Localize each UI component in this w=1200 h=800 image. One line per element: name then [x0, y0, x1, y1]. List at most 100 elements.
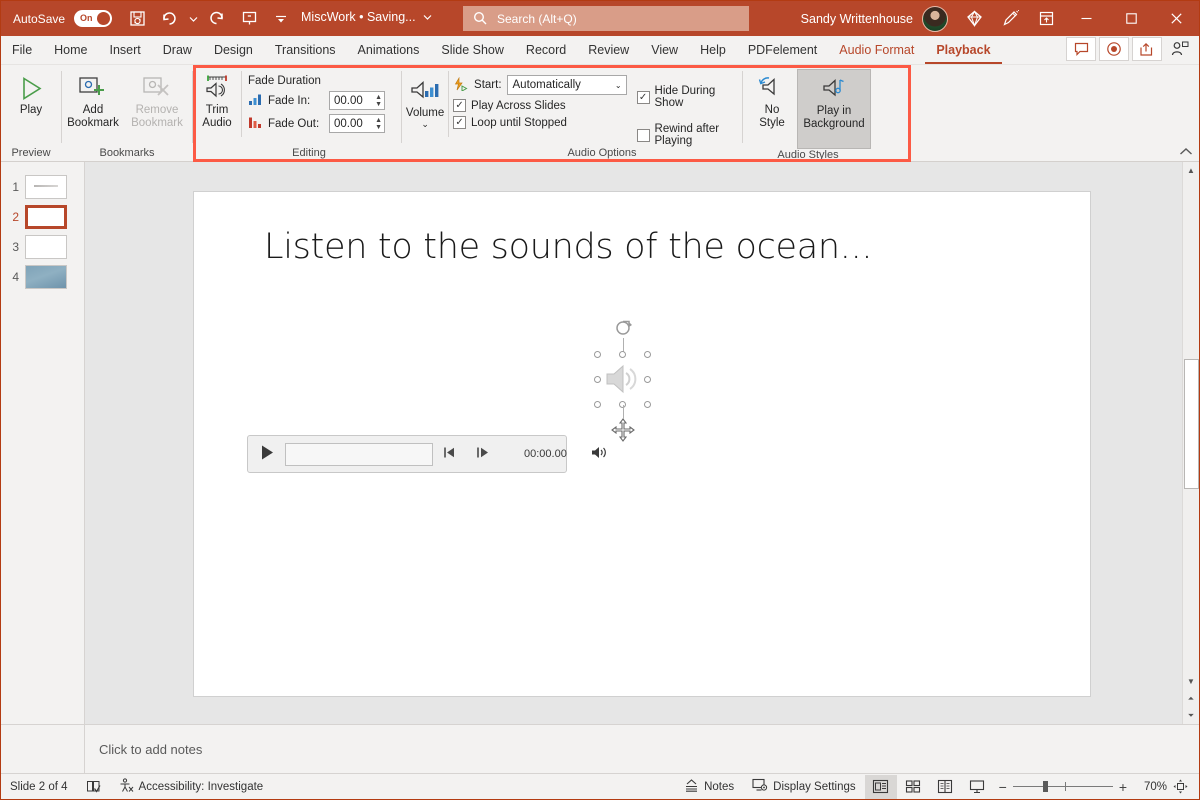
- diamond-icon[interactable]: [956, 1, 992, 36]
- slide[interactable]: Listen to the sounds of the ocean... 00:…: [194, 192, 1090, 696]
- volume-dropdown-icon[interactable]: ⌄: [421, 120, 429, 129]
- undo-dropdown-icon[interactable]: [186, 5, 200, 33]
- close-button[interactable]: [1154, 1, 1199, 36]
- redo-icon[interactable]: [202, 5, 232, 33]
- scroll-up-button[interactable]: ▲: [1183, 162, 1200, 179]
- tab-review[interactable]: Review: [577, 37, 640, 64]
- minimize-button[interactable]: [1064, 1, 1109, 36]
- zoom-level[interactable]: 70%: [1133, 781, 1167, 793]
- remove-bookmark-button[interactable]: Remove Bookmark: [124, 69, 190, 130]
- resize-handle-nw[interactable]: [594, 351, 601, 358]
- loop-until-stopped-checkbox[interactable]: ✓: [453, 116, 467, 129]
- tab-playback[interactable]: Playback: [925, 37, 1002, 64]
- accessibility-status[interactable]: Accessibility: Investigate: [110, 774, 273, 800]
- notes-pane[interactable]: Click to add notes: [1, 724, 1199, 773]
- tab-design[interactable]: Design: [203, 37, 264, 64]
- no-style-button[interactable]: No Style: [747, 69, 797, 130]
- thumbnail-slide-3[interactable]: 3: [1, 232, 84, 262]
- undo-icon[interactable]: [154, 5, 184, 33]
- display-settings-button[interactable]: Display Settings: [743, 774, 864, 800]
- resize-handle-se[interactable]: [644, 401, 651, 408]
- tab-file[interactable]: File: [1, 37, 43, 64]
- search-input[interactable]: Search (Alt+Q): [463, 6, 749, 31]
- autosave-toggle[interactable]: On: [74, 10, 113, 27]
- zoom-track[interactable]: [1012, 781, 1113, 792]
- play-across-slides-row[interactable]: ✓ Play Across Slides: [453, 99, 626, 112]
- thumbnail-slide-2[interactable]: 2: [1, 202, 84, 232]
- tab-slide-show[interactable]: Slide Show: [430, 37, 515, 64]
- step-forward-icon[interactable]: [476, 446, 490, 462]
- thumbnail-image[interactable]: [25, 235, 67, 259]
- play-in-background-button[interactable]: Play in Background: [797, 69, 871, 149]
- reading-view-button[interactable]: [929, 775, 961, 799]
- comments-icon[interactable]: [1066, 37, 1096, 61]
- add-bookmark-button[interactable]: Add Bookmark: [62, 69, 124, 130]
- step-back-icon[interactable]: [443, 446, 457, 462]
- volume-icon[interactable]: [591, 445, 609, 463]
- thumbnail-image[interactable]: [25, 265, 67, 289]
- spellcheck-icon[interactable]: [77, 774, 110, 800]
- thumbnail-image[interactable]: [25, 205, 67, 229]
- trim-audio-button[interactable]: Trim Audio: [193, 69, 241, 130]
- tab-help[interactable]: Help: [689, 37, 737, 64]
- hide-during-show-row[interactable]: ✓ Hide During Show: [636, 85, 742, 109]
- play-button[interactable]: Play: [1, 69, 61, 117]
- thumbnail-slide-4[interactable]: 4: [1, 262, 84, 292]
- zoom-knob[interactable]: [1042, 781, 1048, 792]
- slide-counter[interactable]: Slide 2 of 4: [1, 774, 77, 800]
- resize-handle-n[interactable]: [619, 351, 626, 358]
- record-icon[interactable]: [1099, 37, 1129, 61]
- tab-audio-format[interactable]: Audio Format: [828, 37, 925, 64]
- tab-home[interactable]: Home: [43, 37, 98, 64]
- normal-view-button[interactable]: [864, 774, 897, 799]
- start-presentation-icon[interactable]: [234, 5, 264, 33]
- audio-player-control[interactable]: 00:00.00: [247, 435, 606, 473]
- rewind-after-playing-row[interactable]: Rewind after Playing: [636, 123, 742, 147]
- scrollbar-track[interactable]: [1183, 179, 1200, 673]
- fit-to-window-icon[interactable]: [1167, 775, 1193, 799]
- vertical-scrollbar[interactable]: ▲ ▼ ⏶ ⏷: [1182, 162, 1199, 724]
- volume-button[interactable]: Volume ⌄: [402, 69, 448, 129]
- fade-out-input[interactable]: 00.00 ▲ ▼: [329, 114, 385, 133]
- fade-out-spinner[interactable]: ▲ ▼: [375, 115, 382, 132]
- hide-during-show-checkbox[interactable]: ✓: [636, 90, 650, 104]
- rewind-after-playing-checkbox[interactable]: [636, 128, 650, 142]
- resize-handle-sw[interactable]: [594, 401, 601, 408]
- document-title[interactable]: MiscWork • Saving...: [301, 10, 432, 24]
- tab-draw[interactable]: Draw: [152, 37, 203, 64]
- collapse-ribbon-icon[interactable]: [1179, 147, 1193, 159]
- slide-title[interactable]: Listen to the sounds of the ocean...: [264, 227, 873, 267]
- previous-slide-button[interactable]: ⏶: [1183, 690, 1200, 707]
- tab-record[interactable]: Record: [515, 37, 577, 64]
- audio-object[interactable]: [594, 320, 651, 442]
- zoom-out-button[interactable]: −: [999, 780, 1007, 794]
- next-slide-button[interactable]: ⏷: [1183, 707, 1200, 724]
- zoom-in-button[interactable]: +: [1119, 780, 1127, 794]
- pen-icon[interactable]: [992, 1, 1028, 36]
- loop-until-stopped-row[interactable]: ✓ Loop until Stopped: [453, 116, 626, 129]
- share-user-icon[interactable]: [1165, 37, 1195, 61]
- play-across-slides-checkbox[interactable]: ✓: [453, 99, 467, 112]
- rotate-handle[interactable]: [614, 319, 634, 342]
- tab-view[interactable]: View: [640, 37, 689, 64]
- thumbnail-image[interactable]: [25, 175, 67, 199]
- customize-quick-access-icon[interactable]: [266, 5, 296, 33]
- slide-show-view-button[interactable]: [961, 775, 993, 799]
- resize-handle-ne[interactable]: [644, 351, 651, 358]
- play-icon[interactable]: [260, 444, 275, 464]
- fade-in-input[interactable]: 00.00 ▲ ▼: [329, 91, 385, 110]
- thumbnail-slide-1[interactable]: 1: [1, 172, 84, 202]
- fade-in-spinner[interactable]: ▲ ▼: [375, 92, 382, 109]
- tab-insert[interactable]: Insert: [99, 37, 152, 64]
- start-dropdown[interactable]: Automatically ⌄: [506, 75, 627, 95]
- notes-button[interactable]: Notes: [675, 774, 743, 800]
- maximize-button[interactable]: [1109, 1, 1154, 36]
- tab-animations[interactable]: Animations: [347, 37, 431, 64]
- scrollbar-thumb[interactable]: [1183, 359, 1199, 489]
- notes-placeholder[interactable]: Click to add notes: [85, 742, 202, 757]
- resize-handle-w[interactable]: [594, 376, 601, 383]
- save-icon[interactable]: [122, 5, 152, 33]
- scroll-down-button[interactable]: ▼: [1183, 673, 1200, 690]
- share-icon[interactable]: [1132, 37, 1162, 61]
- tab-transitions[interactable]: Transitions: [264, 37, 347, 64]
